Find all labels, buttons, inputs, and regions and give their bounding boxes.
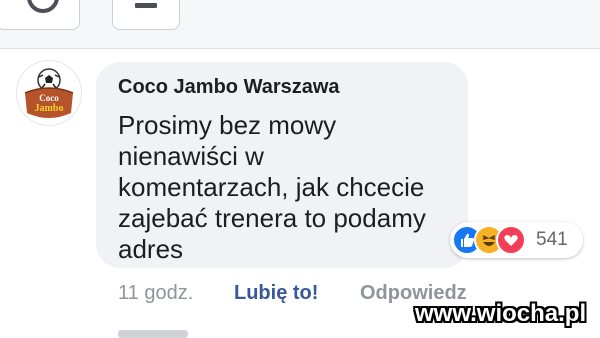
circle-icon (27, 0, 59, 13)
svg-text:Coco: Coco (39, 93, 59, 103)
comment-author[interactable]: Coco Jambo Warszawa (118, 76, 340, 99)
reactions-summary[interactable]: 541 (450, 222, 583, 258)
top-button-1[interactable] (0, 0, 80, 30)
svg-text:Jambo: Jambo (35, 103, 64, 114)
top-button-2[interactable] (112, 0, 180, 30)
comment-text-line: komentarzach, jak chcecie (118, 172, 425, 202)
reaction-count: 541 (536, 229, 568, 250)
like-button[interactable]: Lubię to! (234, 282, 318, 305)
love-icon (496, 225, 526, 255)
minus-icon (135, 3, 157, 8)
comment-text-line: Prosimy bez mowy (118, 110, 337, 140)
comment-text: Prosimy bez mowy nienawiści w komentarza… (118, 110, 468, 265)
avatar[interactable]: Coco Jambo (16, 60, 82, 126)
comment-text-line: zajebać trenera to podamy (118, 203, 426, 233)
comment-text-line: adres (118, 234, 184, 264)
comment-text-line: nienawiści w (118, 141, 264, 171)
soccer-ball-icon: Coco Jambo (17, 61, 81, 125)
comment-timestamp[interactable]: 11 godz. (118, 282, 193, 305)
watermark: www.wiocha.pl (415, 300, 587, 327)
next-comment-hint (118, 330, 188, 338)
top-action-bar (0, 0, 600, 49)
